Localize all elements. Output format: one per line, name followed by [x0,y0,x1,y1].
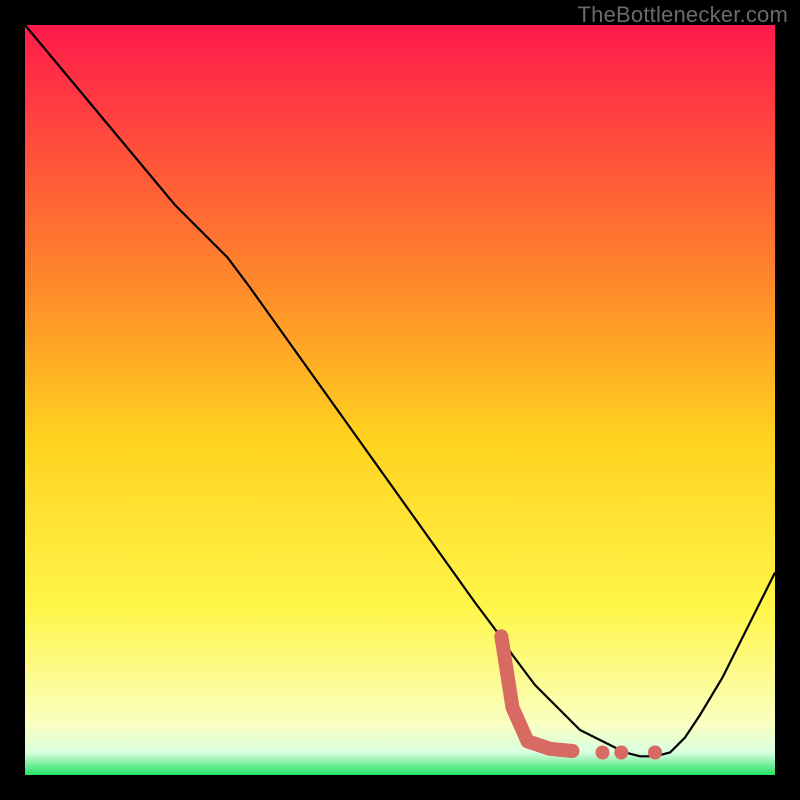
bottleneck-chart [25,25,775,775]
chart-frame [25,25,775,775]
dot-f [614,746,628,760]
dot-g [648,746,662,760]
dot-e [596,746,610,760]
gradient-background [25,25,775,775]
